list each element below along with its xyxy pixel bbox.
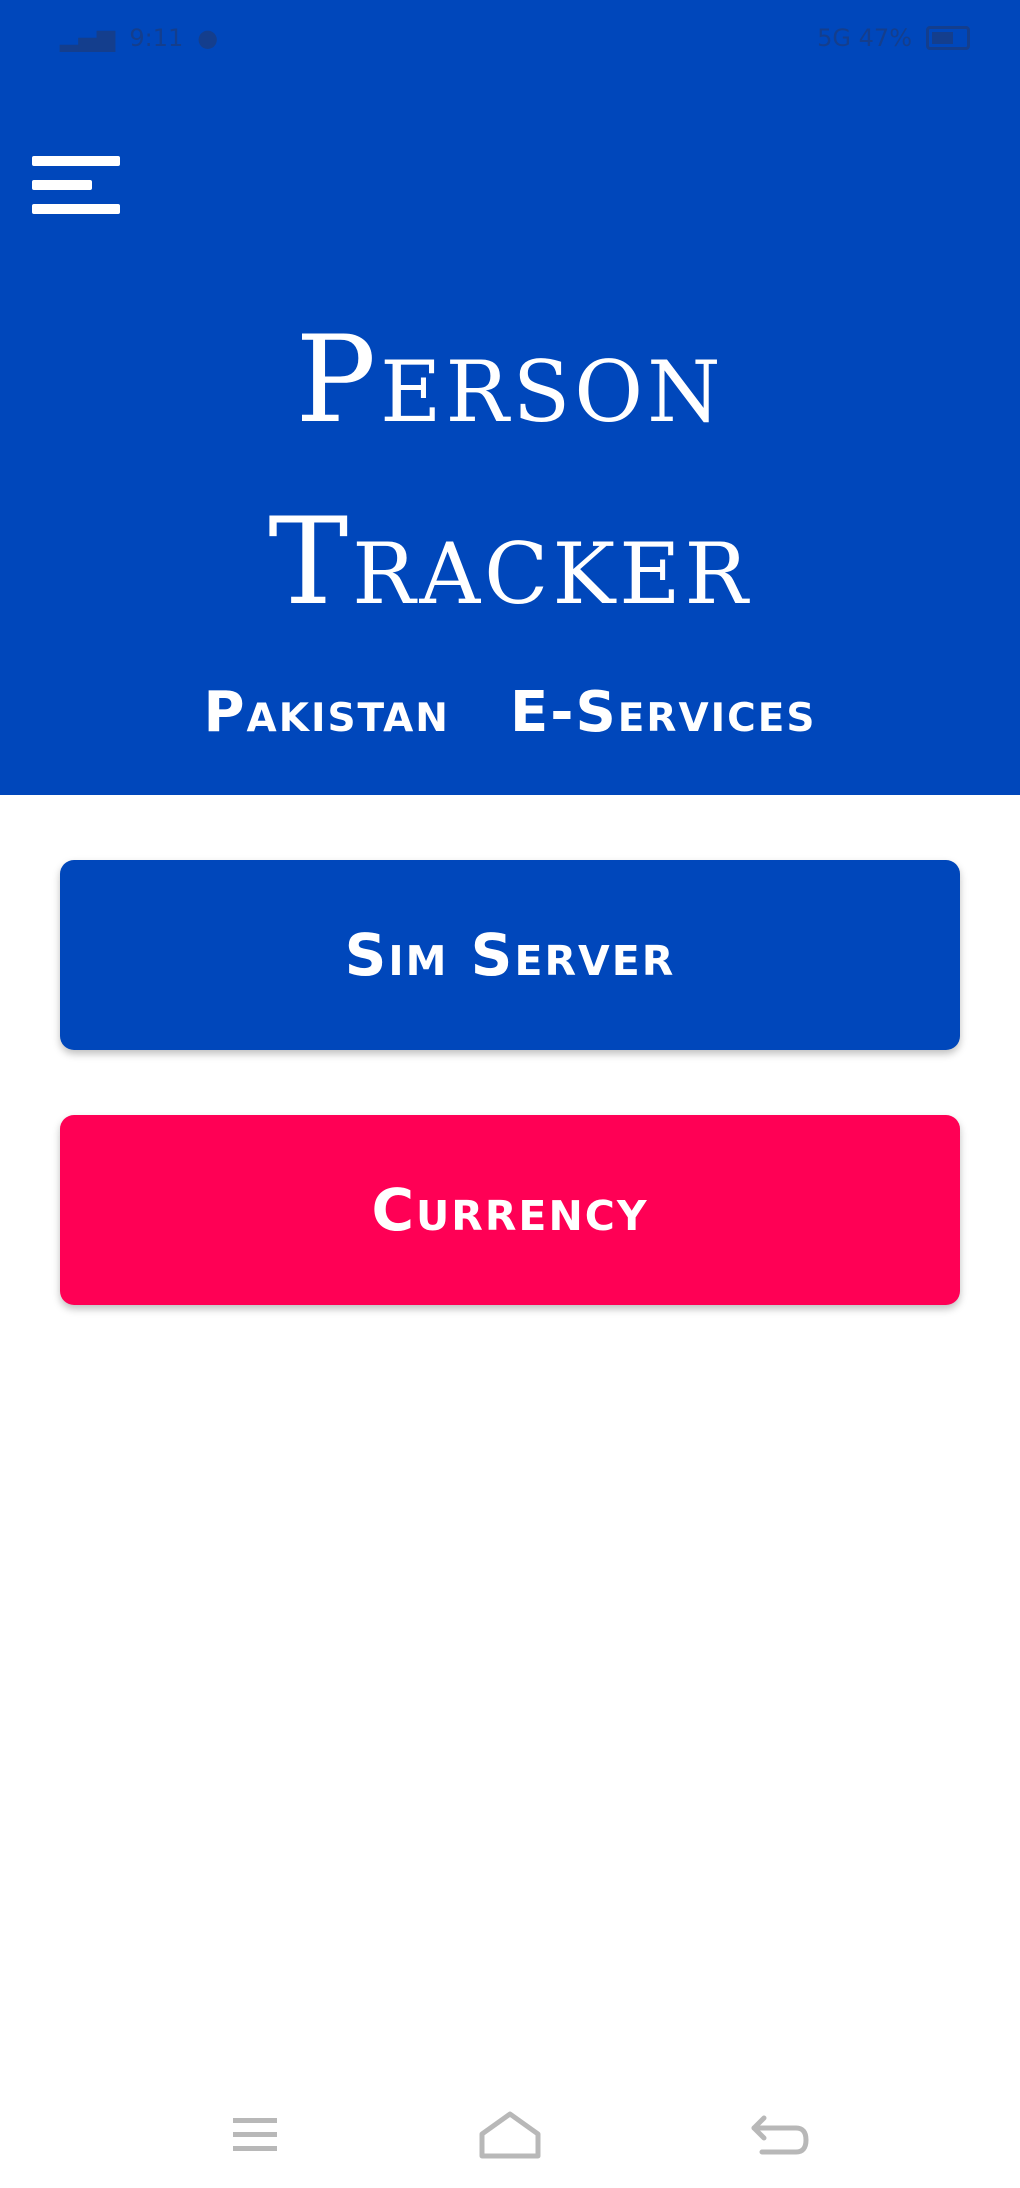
status-left: ▂▄▆ 9:11 ● bbox=[60, 24, 218, 52]
app-title: Person Tracker bbox=[0, 290, 1020, 654]
system-nav-bar bbox=[0, 2080, 1020, 2188]
app-subtitle: Pakistan E-Services bbox=[0, 680, 1020, 745]
status-right: 5G 47% bbox=[817, 24, 970, 52]
hamburger-menu-icon[interactable] bbox=[28, 150, 124, 226]
subtitle-country: Pakistan bbox=[203, 680, 450, 745]
currency-button[interactable]: Currency bbox=[60, 1115, 960, 1305]
subtitle-services: E-Services bbox=[509, 680, 817, 745]
title-line-2: Tracker bbox=[268, 493, 752, 632]
back-icon[interactable] bbox=[740, 2100, 820, 2170]
app-header: ▂▄▆ 9:11 ● 5G 47% Person Tracker Pakista… bbox=[0, 0, 1020, 795]
notification-dot-icon: ● bbox=[197, 24, 219, 52]
home-icon[interactable] bbox=[470, 2100, 550, 2170]
title-line-1: Person bbox=[295, 311, 725, 450]
status-bar: ▂▄▆ 9:11 ● 5G 47% bbox=[0, 0, 1020, 80]
battery-icon bbox=[926, 26, 970, 50]
recent-apps-icon[interactable] bbox=[215, 2100, 295, 2170]
status-indicators: 5G 47% bbox=[817, 24, 912, 52]
signal-icon: ▂▄▆ bbox=[60, 24, 116, 52]
sim-server-button[interactable]: Sim Server bbox=[60, 860, 960, 1050]
status-time: 9:11 bbox=[129, 24, 184, 52]
